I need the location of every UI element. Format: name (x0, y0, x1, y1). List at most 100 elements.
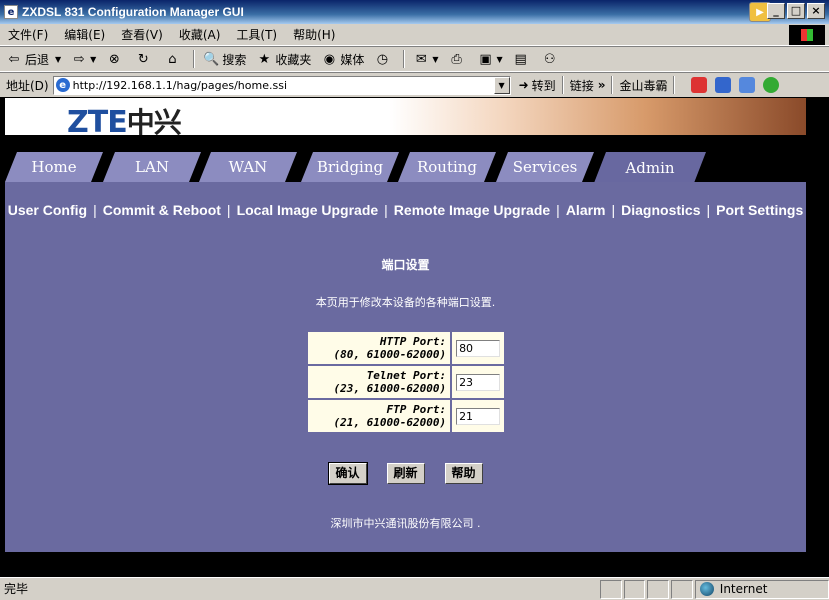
http-port-range: (80, 61000-62000) (333, 348, 447, 361)
subnav-user-config[interactable]: User Config (8, 202, 87, 218)
window-title: ZXDSL 831 Configuration Manager GUI (22, 5, 244, 19)
stop-button[interactable]: ⊗ (106, 51, 125, 67)
menu-favorites[interactable]: 收藏(A) (179, 26, 221, 43)
go-arrow-icon: ➜ (518, 78, 529, 92)
http-port-label: HTTP Port: (80, 61000-62000) (308, 332, 451, 364)
subnav-port-settings[interactable]: Port Settings (716, 202, 803, 218)
menu-file[interactable]: 文件(F) (8, 26, 48, 43)
toolbar-ext-icon-2[interactable] (715, 77, 732, 93)
tab-wan[interactable]: WAN (199, 152, 297, 182)
antivirus-icon[interactable] (691, 77, 708, 93)
tab-admin[interactable]: Admin (594, 152, 706, 183)
discuss-button[interactable]: ▤ (513, 51, 532, 67)
page-description: 本页用于修改本设备的各种端口设置. (315, 296, 496, 309)
print-icon: ⎙ (451, 51, 462, 67)
tab-lan[interactable]: LAN (103, 152, 201, 182)
statusbar: 完毕 Internet (0, 577, 829, 600)
history-icon: ◷ (376, 51, 389, 67)
main-tabs: Home LAN WAN Bridging Routing Services A… (5, 152, 806, 182)
jinshan-link[interactable]: 金山毒霸 (619, 77, 667, 94)
close-button[interactable]: × (807, 3, 825, 19)
favorites-label: 收藏夹 (275, 52, 312, 67)
print-button[interactable]: ⎙ (449, 51, 468, 67)
content-panel: User Config | Commit & Reboot | Local Image … (5, 182, 806, 552)
address-input[interactable]: e http://192.168.1.1/hag/pages/home.ssi … (52, 75, 511, 95)
menu-tools[interactable]: 工具(T) (236, 26, 277, 43)
subnav-remote-image-upgrade[interactable]: Remote Image Upgrade (394, 202, 550, 218)
search-button[interactable]: 🔍 搜索 (203, 51, 246, 68)
stop-icon: ⊗ (108, 51, 120, 67)
forward-button[interactable]: ⇨ ▼ (71, 51, 97, 67)
favorites-button[interactable]: ★ 收藏夹 (256, 51, 312, 68)
tab-home[interactable]: Home (5, 152, 103, 182)
media-icon: ◉ (323, 51, 336, 67)
help-button[interactable]: 帮助 (444, 463, 483, 484)
favorites-icon: ★ (258, 51, 271, 67)
menu-help[interactable]: 帮助(H) (293, 26, 335, 43)
subnav-local-image-upgrade[interactable]: Local Image Upgrade (237, 202, 379, 218)
home-icon: ⌂ (168, 51, 177, 67)
address-url: http://192.168.1.1/hag/pages/home.ssi (72, 78, 288, 92)
action-buttons: 确认 刷新 帮助 (5, 462, 806, 485)
logo-latin: ZTE (67, 105, 128, 140)
addressbar: 地址(D) e http://192.168.1.1/hag/pages/hom… (0, 72, 829, 97)
back-arrow-icon: ⇦ (8, 51, 20, 67)
tab-services[interactable]: Services (496, 152, 594, 182)
history-button[interactable]: ◷ (374, 51, 393, 67)
toolbar-ext-icon-3[interactable] (739, 77, 756, 93)
search-icon: 🔍 (203, 51, 220, 67)
subnav-diagnostics[interactable]: Diagnostics (621, 202, 700, 218)
address-dropdown-button[interactable]: ▼ (493, 76, 510, 94)
refresh-icon: ↻ (137, 51, 149, 67)
mail-button[interactable]: ✉ ▼ (413, 51, 439, 67)
page-icon: e (55, 78, 70, 92)
security-zone: Internet (694, 579, 829, 599)
toolbar-ext-icon-4[interactable] (763, 77, 780, 93)
edit-button[interactable]: ▣ ▼ (478, 51, 502, 67)
http-port-input[interactable] (456, 339, 501, 357)
menu-edit[interactable]: 编辑(E) (64, 26, 105, 43)
minimize-button[interactable]: _ (767, 3, 785, 19)
refresh-page-button[interactable]: 刷新 (386, 463, 425, 484)
confirm-button[interactable]: 确认 (327, 462, 368, 485)
page-title: 端口设置 (381, 258, 430, 272)
copyright-footer: 深圳市中兴通讯股份有限公司 . (330, 517, 481, 530)
messenger-button[interactable]: ⚇ (542, 51, 561, 67)
globe-icon (699, 582, 714, 596)
toolbar: ⇦ 后退 ▼ ⇨ ▼ ⊗ ↻ ⌂ 🔍 搜索 ★ 收藏夹 ◉ 媒体 ◷ ✉ ▼ ⎙ … (0, 46, 829, 72)
media-label: 媒体 (340, 52, 365, 67)
edit-icon: ▣ (479, 51, 492, 67)
menu-view[interactable]: 查看(V) (121, 26, 163, 43)
go-label: 转到 (531, 78, 556, 93)
web-page: ZTE中兴 Home LAN WAN Bridging Routing Serv… (5, 98, 806, 575)
messenger-icon: ⚇ (543, 51, 556, 67)
ftp-port-range: (21, 61000-62000) (333, 416, 447, 429)
ftp-port-label: FTP Port: (21, 61000-62000) (308, 400, 451, 432)
logo-cn: 中兴 (126, 106, 182, 139)
address-label: 地址(D) (6, 78, 49, 93)
home-button[interactable]: ⌂ (164, 51, 183, 67)
back-button[interactable]: ⇦ 后退 ▼ (6, 51, 62, 68)
media-button[interactable]: ◉ 媒体 (321, 51, 365, 68)
subnav-alarm[interactable]: Alarm (566, 202, 606, 218)
menubar: 文件(F) 编辑(E) 查看(V) 收藏(A) 工具(T) 帮助(H) (0, 24, 829, 46)
mail-icon: ✉ (415, 51, 427, 67)
tab-routing[interactable]: Routing (398, 152, 496, 182)
telnet-port-name: Telnet Port: (366, 369, 447, 382)
telnet-port-label: Telnet Port: (23, 61000-62000) (308, 366, 451, 398)
zone-label: Internet (719, 582, 768, 596)
maximize-button[interactable]: □ (787, 3, 805, 19)
search-label: 搜索 (222, 52, 247, 67)
brand-banner: ZTE中兴 (5, 98, 806, 140)
ftp-port-input[interactable] (456, 407, 501, 425)
table-row: HTTP Port: (80, 61000-62000) (308, 332, 504, 364)
subnav-commit-reboot[interactable]: Commit & Reboot (103, 202, 221, 218)
forward-arrow-icon: ⇨ (73, 51, 85, 67)
tab-bridging[interactable]: Bridging (301, 152, 399, 182)
go-button[interactable]: ➜ 转到 (519, 77, 556, 94)
table-row: Telnet Port: (23, 61000-62000) (308, 366, 504, 398)
admin-subnav: User Config | Commit & Reboot | Local Image … (7, 202, 804, 218)
links-button[interactable]: 链接 (570, 77, 594, 94)
telnet-port-input[interactable] (456, 373, 501, 391)
refresh-button[interactable]: ↻ (135, 51, 154, 67)
